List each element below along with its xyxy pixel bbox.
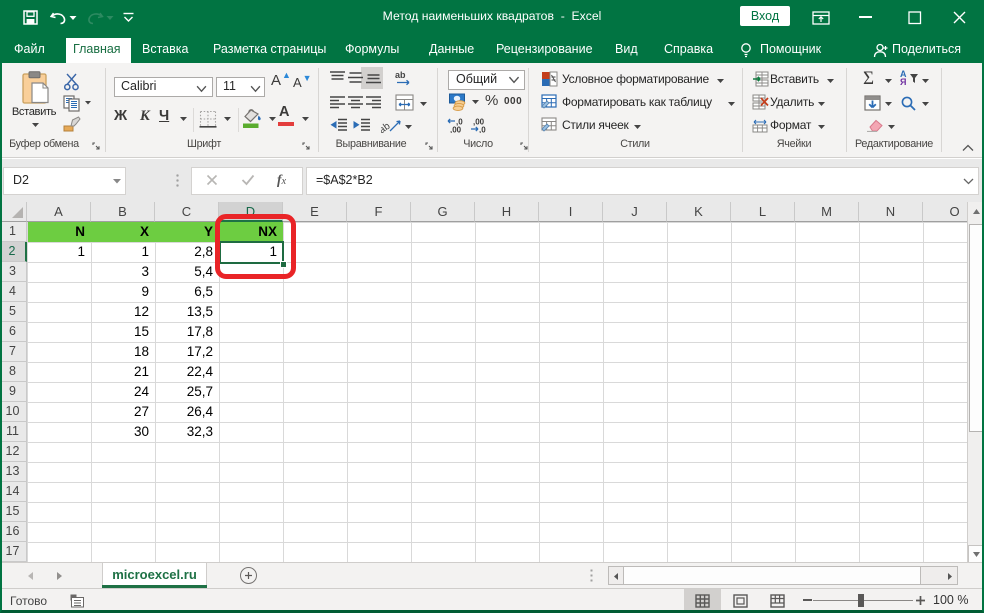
svg-text:ab: ab bbox=[395, 70, 406, 80]
svg-text:,0: ,0 bbox=[479, 126, 486, 134]
svg-text:,00: ,00 bbox=[450, 126, 462, 134]
svg-text:ab: ab bbox=[381, 121, 393, 134]
